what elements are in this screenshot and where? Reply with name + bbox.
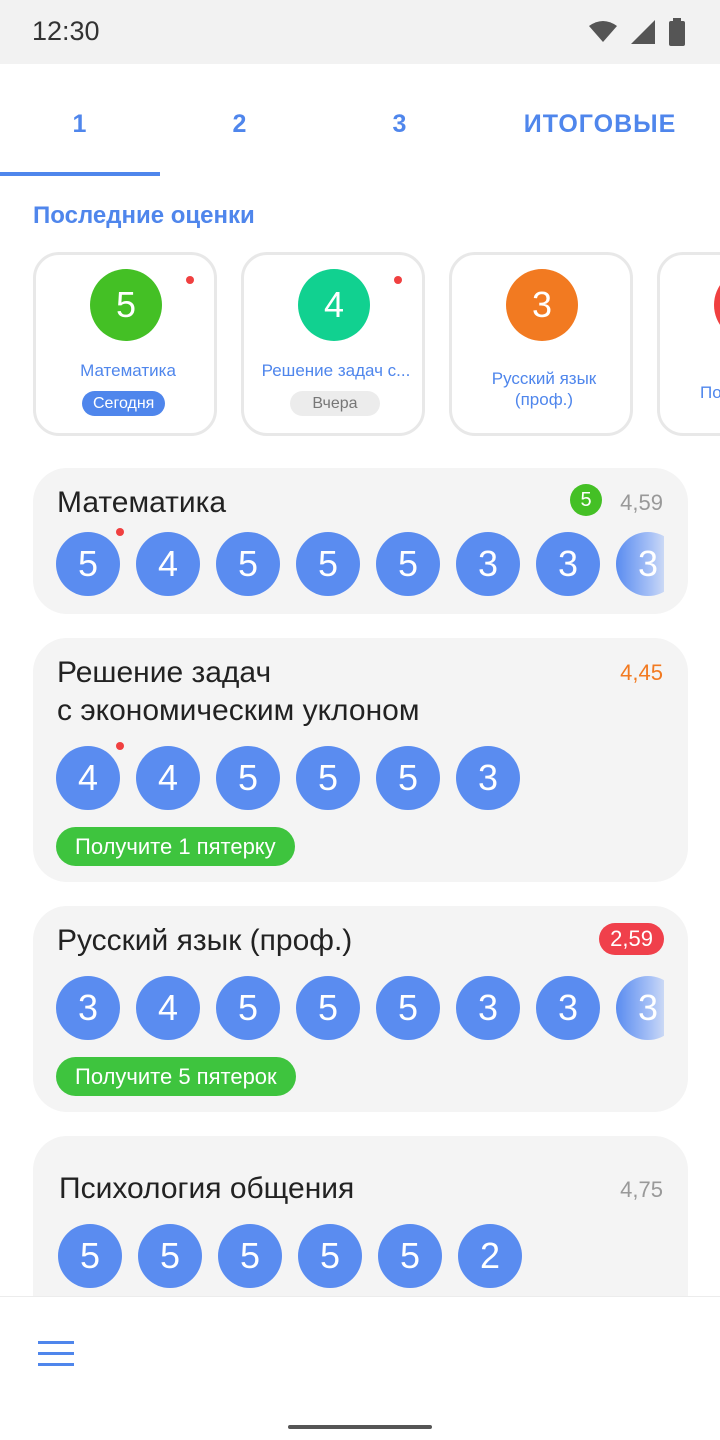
recent-grade-value: 3 bbox=[506, 269, 578, 341]
grade[interactable]: 5 bbox=[216, 976, 280, 1040]
subject-average: 4,59 bbox=[620, 490, 663, 515]
grade[interactable]: 4 bbox=[136, 746, 200, 810]
grade[interactable]: 2 bbox=[458, 1224, 522, 1288]
subject-name-line: Решение задач bbox=[57, 656, 272, 689]
subject-average: 4,75 bbox=[620, 1177, 663, 1202]
subject-card-russian[interactable]: Русский язык (проф.) 2,59 3 4 5 5 5 3 3 … bbox=[33, 906, 688, 1112]
new-grade-dot bbox=[116, 742, 124, 750]
tab-3[interactable]: 3 bbox=[320, 110, 480, 139]
grade[interactable]: 5 bbox=[216, 532, 280, 596]
grade-row: 5 5 5 5 5 2 bbox=[58, 1224, 666, 1288]
grade-row: 5 4 5 5 5 3 3 3 bbox=[56, 532, 664, 596]
tab-1[interactable]: 1 bbox=[0, 110, 160, 139]
grade[interactable]: 3 bbox=[456, 532, 520, 596]
bottom-bar bbox=[0, 1296, 720, 1440]
recent-grade-subject-text: Русский язык (проф.) bbox=[491, 369, 597, 409]
grade[interactable]: 5 bbox=[296, 976, 360, 1040]
subject-name: Русский язык (проф.) bbox=[57, 924, 353, 957]
grade[interactable]: 3 bbox=[456, 746, 520, 810]
quarter-tabs: 1 2 3 ИТОГОВЫЕ bbox=[0, 64, 720, 176]
final-grade-badge: 5 bbox=[570, 484, 602, 516]
new-grade-dot bbox=[186, 276, 194, 284]
grade[interactable]: 4 bbox=[56, 746, 120, 810]
recent-grade-value: 5 bbox=[90, 269, 162, 341]
grade[interactable]: 3 bbox=[616, 976, 664, 1040]
grade[interactable]: 5 bbox=[296, 532, 360, 596]
recent-grade-date: Вчера bbox=[290, 391, 380, 416]
grade[interactable]: 3 bbox=[56, 976, 120, 1040]
grade-row: 4 4 5 5 5 3 bbox=[56, 746, 664, 810]
new-grade-dot bbox=[116, 528, 124, 536]
goal-pill: Получите 1 пятерку bbox=[56, 827, 295, 866]
recent-grade-date: Сегодня bbox=[82, 391, 166, 416]
grade[interactable]: 4 bbox=[136, 976, 200, 1040]
grade[interactable]: 5 bbox=[378, 1224, 442, 1288]
grade[interactable]: 3 bbox=[536, 976, 600, 1040]
grade[interactable]: 5 bbox=[376, 532, 440, 596]
wifi-icon bbox=[589, 21, 617, 42]
new-grade-dot bbox=[394, 276, 402, 284]
recent-grade-subject: Решение задач с... bbox=[261, 361, 411, 380]
tab-final[interactable]: ИТОГОВЫЕ bbox=[480, 110, 720, 139]
subject-average-badge: 2,59 bbox=[599, 923, 664, 955]
grade[interactable]: 5 bbox=[376, 976, 440, 1040]
subject-name: Психология общения bbox=[59, 1172, 355, 1205]
grade[interactable]: 5 bbox=[298, 1224, 362, 1288]
home-indicator[interactable] bbox=[288, 1425, 432, 1429]
tab-2[interactable]: 2 bbox=[160, 110, 320, 139]
status-icons bbox=[588, 18, 686, 46]
subject-name: Решение задач с экономическим уклоном bbox=[57, 654, 419, 730]
subject-name: Математика bbox=[57, 486, 227, 519]
grade[interactable]: 5 bbox=[296, 746, 360, 810]
recent-grade-subject: По bbox=[700, 383, 720, 402]
subject-card-math[interactable]: Математика 5 4,59 5 4 5 5 5 3 3 3 bbox=[33, 468, 688, 614]
recent-grade-value: 4 bbox=[298, 269, 370, 341]
grade[interactable]: 5 bbox=[58, 1224, 122, 1288]
grade[interactable]: 3 bbox=[616, 532, 664, 596]
subject-card-economics[interactable]: Решение задач с экономическим уклоном 4,… bbox=[33, 638, 688, 882]
subject-average: 4,45 bbox=[620, 660, 663, 685]
recent-grade-card[interactable]: 3 Русский язык (проф.) bbox=[449, 252, 633, 436]
grade[interactable]: 5 bbox=[56, 532, 120, 596]
goal-pill: Получите 5 пятерок bbox=[56, 1057, 296, 1096]
grade[interactable]: 5 bbox=[138, 1224, 202, 1288]
subject-name-line: с экономическим уклоном bbox=[57, 694, 420, 727]
grade[interactable]: 3 bbox=[536, 532, 600, 596]
recent-grade-subject: Математика bbox=[80, 361, 176, 380]
tab-indicator bbox=[0, 172, 160, 176]
recent-grade-card[interactable]: По bbox=[657, 252, 720, 436]
grade[interactable]: 5 bbox=[218, 1224, 282, 1288]
status-time: 12:30 bbox=[32, 16, 100, 46]
grade[interactable]: 5 bbox=[376, 746, 440, 810]
grade[interactable]: 4 bbox=[136, 532, 200, 596]
recent-grade-subject: Русский язык (проф.) bbox=[460, 368, 628, 410]
recent-grade-card[interactable]: 4 Решение задач с... Вчера bbox=[241, 252, 425, 436]
recent-grade-value bbox=[714, 269, 720, 341]
battery-icon bbox=[669, 18, 685, 46]
grade[interactable]: 3 bbox=[456, 976, 520, 1040]
signal-icon bbox=[631, 20, 655, 44]
grade-row: 3 4 5 5 5 3 3 3 bbox=[56, 976, 664, 1040]
recent-grades-strip[interactable]: 5 Математика Сегодня 4 Решение задач с..… bbox=[0, 252, 720, 438]
grade[interactable]: 5 bbox=[216, 746, 280, 810]
recent-grades-title: Последние оценки bbox=[33, 202, 255, 229]
status-bar: 12:30 bbox=[0, 0, 720, 64]
recent-grade-card[interactable]: 5 Математика Сегодня bbox=[33, 252, 217, 436]
menu-icon[interactable] bbox=[36, 1337, 76, 1371]
